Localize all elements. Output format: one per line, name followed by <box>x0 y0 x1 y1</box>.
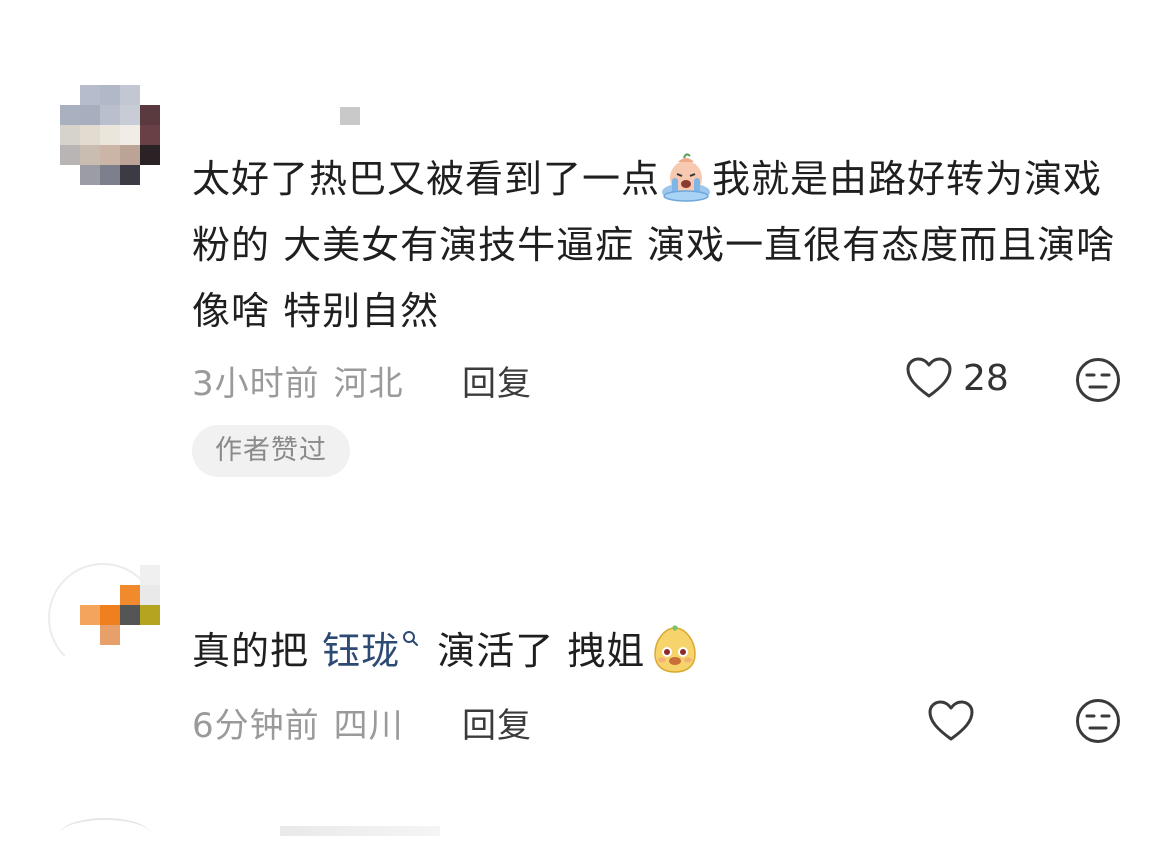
comment-text-part: 太好了热巴又被看到了一点 <box>192 157 661 201</box>
next-username-partial <box>280 826 440 836</box>
comment-text: 真的把 钰珑 演活了 拽姐 <box>192 618 1092 684</box>
like-count: 28 <box>963 357 1009 399</box>
comment-location: 四川 <box>333 706 404 746</box>
search-mention-icon[interactable] <box>402 630 419 646</box>
like-button[interactable] <box>927 699 985 743</box>
comment-meta: 3小时前 河北 <box>192 356 404 405</box>
reply-button[interactable]: 回复 <box>462 698 532 747</box>
next-avatar-partial <box>60 818 150 850</box>
comment-time: 6分钟前 <box>192 706 320 746</box>
comment-time: 3小时前 <box>192 364 320 404</box>
reply-button[interactable]: 回复 <box>462 356 532 405</box>
like-button[interactable]: 28 <box>905 356 1009 400</box>
author-liked-badge: 作者赞过 <box>192 425 350 477</box>
avatar[interactable] <box>60 85 160 185</box>
comment-meta: 6分钟前 四川 <box>192 698 404 747</box>
comment-text-part: 演活了 拽姐 <box>424 629 646 673</box>
avatar[interactable] <box>48 563 163 673</box>
comment-location: 河北 <box>333 364 404 404</box>
heart-icon <box>928 700 974 741</box>
crying-emoji <box>662 153 711 202</box>
smug-emoji <box>654 625 697 673</box>
dislike-face-icon[interactable] <box>1075 698 1121 744</box>
username-blurred[interactable] <box>340 107 360 125</box>
heart-icon <box>906 357 952 398</box>
dislike-face-icon[interactable] <box>1075 357 1121 403</box>
comment-text-part: 真的把 <box>192 629 323 673</box>
comment-text: 太好了热巴又被看到了一点 我就是由路好转为演戏粉的 大美女有演技牛逼症 演戏一直… <box>192 146 1132 344</box>
mention-link[interactable]: 钰珑 <box>322 629 400 673</box>
